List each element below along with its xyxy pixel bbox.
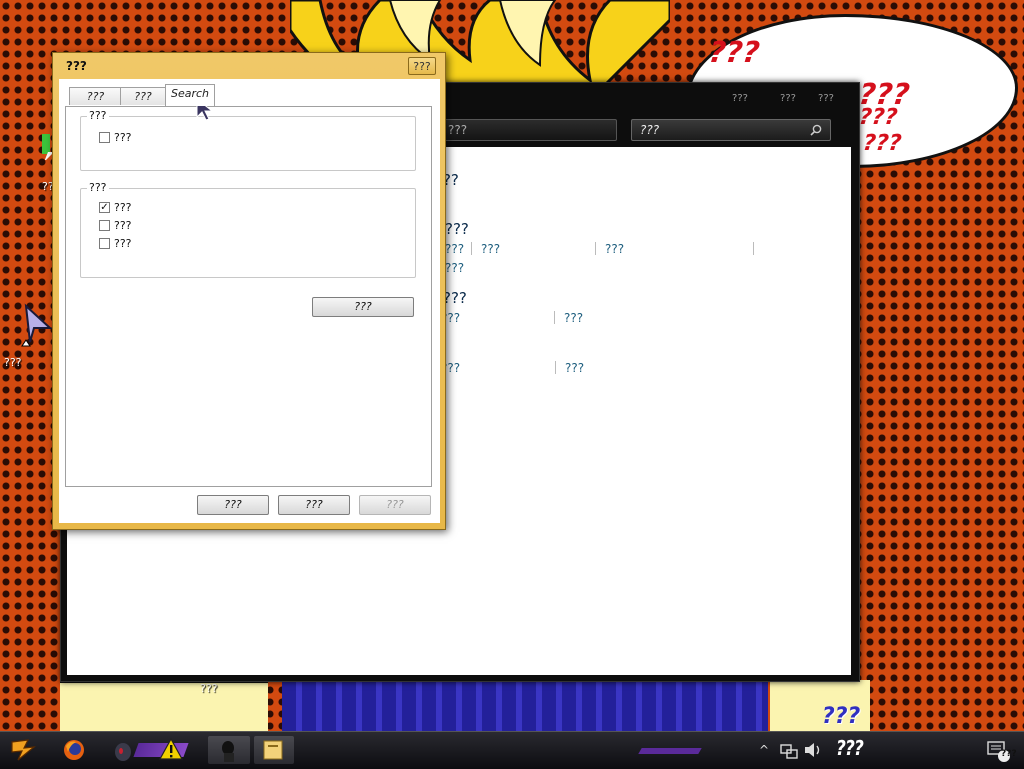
option-label: ??? xyxy=(114,131,132,144)
taskbar: ^ ??? ??? xyxy=(0,731,1024,769)
watermark: ??? xyxy=(822,704,861,729)
network-icon xyxy=(780,744,798,759)
taskbar-clock[interactable]: ??? xyxy=(836,736,864,760)
start-button[interactable] xyxy=(8,736,40,764)
separator xyxy=(471,242,472,255)
desktop-icon-custom[interactable] xyxy=(20,302,54,354)
figure-app-icon xyxy=(222,741,234,762)
search-control-panel-input[interactable]: ??? xyxy=(631,119,831,141)
separator xyxy=(554,311,555,324)
firefox-icon xyxy=(64,740,84,760)
volume-icon xyxy=(805,743,820,757)
apply-button[interactable]: ??? xyxy=(359,495,431,515)
link-show-hidden-files[interactable]: ??? xyxy=(564,311,583,325)
link-easy-access-keys[interactable]: ??? xyxy=(605,242,624,256)
dialog-close-button[interactable]: ??? xyxy=(408,57,436,75)
search-placeholder: ??? xyxy=(640,123,660,137)
link-use-screen-reader[interactable]: ??? xyxy=(481,242,500,256)
separator xyxy=(595,242,596,255)
taskbar-app-folder[interactable] xyxy=(254,736,294,764)
option-label: ??? xyxy=(114,201,132,214)
cursor-arrow-icon xyxy=(21,303,53,347)
bubble-line-1: ??? xyxy=(707,35,762,69)
how-to-search-group: ??? ??? xyxy=(80,109,416,171)
notification-count-badge: ??? xyxy=(1001,749,1017,759)
desktop-icon-label-shortcut: ??? xyxy=(200,682,218,695)
tab-view[interactable]: ??? xyxy=(120,87,166,105)
checkbox-checked[interactable]: ✓ xyxy=(99,202,110,213)
file-explorer-options-dialog: ??? ??? ??? ??? Search ??? ??? ??? ✓ ??? xyxy=(52,52,446,530)
link-ease-on-off[interactable]: ??? xyxy=(445,261,464,275)
cancel-button[interactable]: ??? xyxy=(278,495,350,515)
dialog-title: ??? xyxy=(66,59,87,73)
folder-options-icon xyxy=(263,740,283,760)
tray-network[interactable] xyxy=(778,736,800,764)
taskbar-app-figure[interactable] xyxy=(208,736,250,764)
search-tab-panel: ??? ??? ??? ✓ ??? ??? ??? ??? xyxy=(65,106,432,487)
checkbox[interactable] xyxy=(99,220,110,231)
tray-volume[interactable] xyxy=(802,736,824,764)
separator xyxy=(555,361,556,374)
checkbox[interactable] xyxy=(99,132,110,143)
close-window-button[interactable]: ??? xyxy=(811,91,841,107)
tab-general[interactable]: ??? xyxy=(69,87,122,105)
action-center[interactable]: ??? xyxy=(984,736,1017,764)
option-label: ??? xyxy=(114,219,132,232)
non-indexed-group: ??? ✓ ??? ??? ??? xyxy=(80,181,416,278)
character-icon xyxy=(115,743,131,761)
link-ease-1[interactable]: ??? xyxy=(445,242,464,256)
tab-search[interactable]: Search xyxy=(165,84,215,106)
checkbox[interactable] xyxy=(99,238,110,249)
group-title-non-indexed: ??? xyxy=(87,181,109,194)
group-title-how-to-search: ??? xyxy=(87,109,109,122)
separator xyxy=(753,242,754,255)
heading-ease-of-access[interactable]: ??? xyxy=(445,220,469,238)
bubble-line-3: ??? xyxy=(857,105,899,130)
taskbar-warning[interactable] xyxy=(158,736,186,764)
desktop-icon-label-custom: ??? xyxy=(4,356,22,369)
bottom-art-left xyxy=(60,680,268,734)
link-change-font-settings[interactable]: ??? xyxy=(565,361,584,375)
bottom-art-center xyxy=(282,680,768,731)
warning-icon xyxy=(158,737,184,760)
option-label: ??? xyxy=(114,237,132,250)
bubble-line-4: ??? xyxy=(861,131,903,156)
tray-chevron[interactable]: ^ xyxy=(756,736,772,764)
minimize-button[interactable]: ??? xyxy=(725,91,755,107)
maximize-button[interactable]: ??? xyxy=(773,91,803,107)
address-text: ??? xyxy=(448,123,468,137)
ok-button[interactable]: ??? xyxy=(197,495,269,515)
search-icon xyxy=(810,124,822,136)
restore-defaults-button[interactable]: ??? xyxy=(312,297,414,317)
dialog-body: ??? ??? Search ??? ??? ??? ✓ ??? ??? ???… xyxy=(59,79,440,523)
taskbar-firefox[interactable] xyxy=(60,736,90,764)
start-logo-icon xyxy=(11,739,36,761)
taskbar-decoration-right xyxy=(638,748,702,754)
heading-explorer-options[interactable]: ??? xyxy=(443,289,467,307)
